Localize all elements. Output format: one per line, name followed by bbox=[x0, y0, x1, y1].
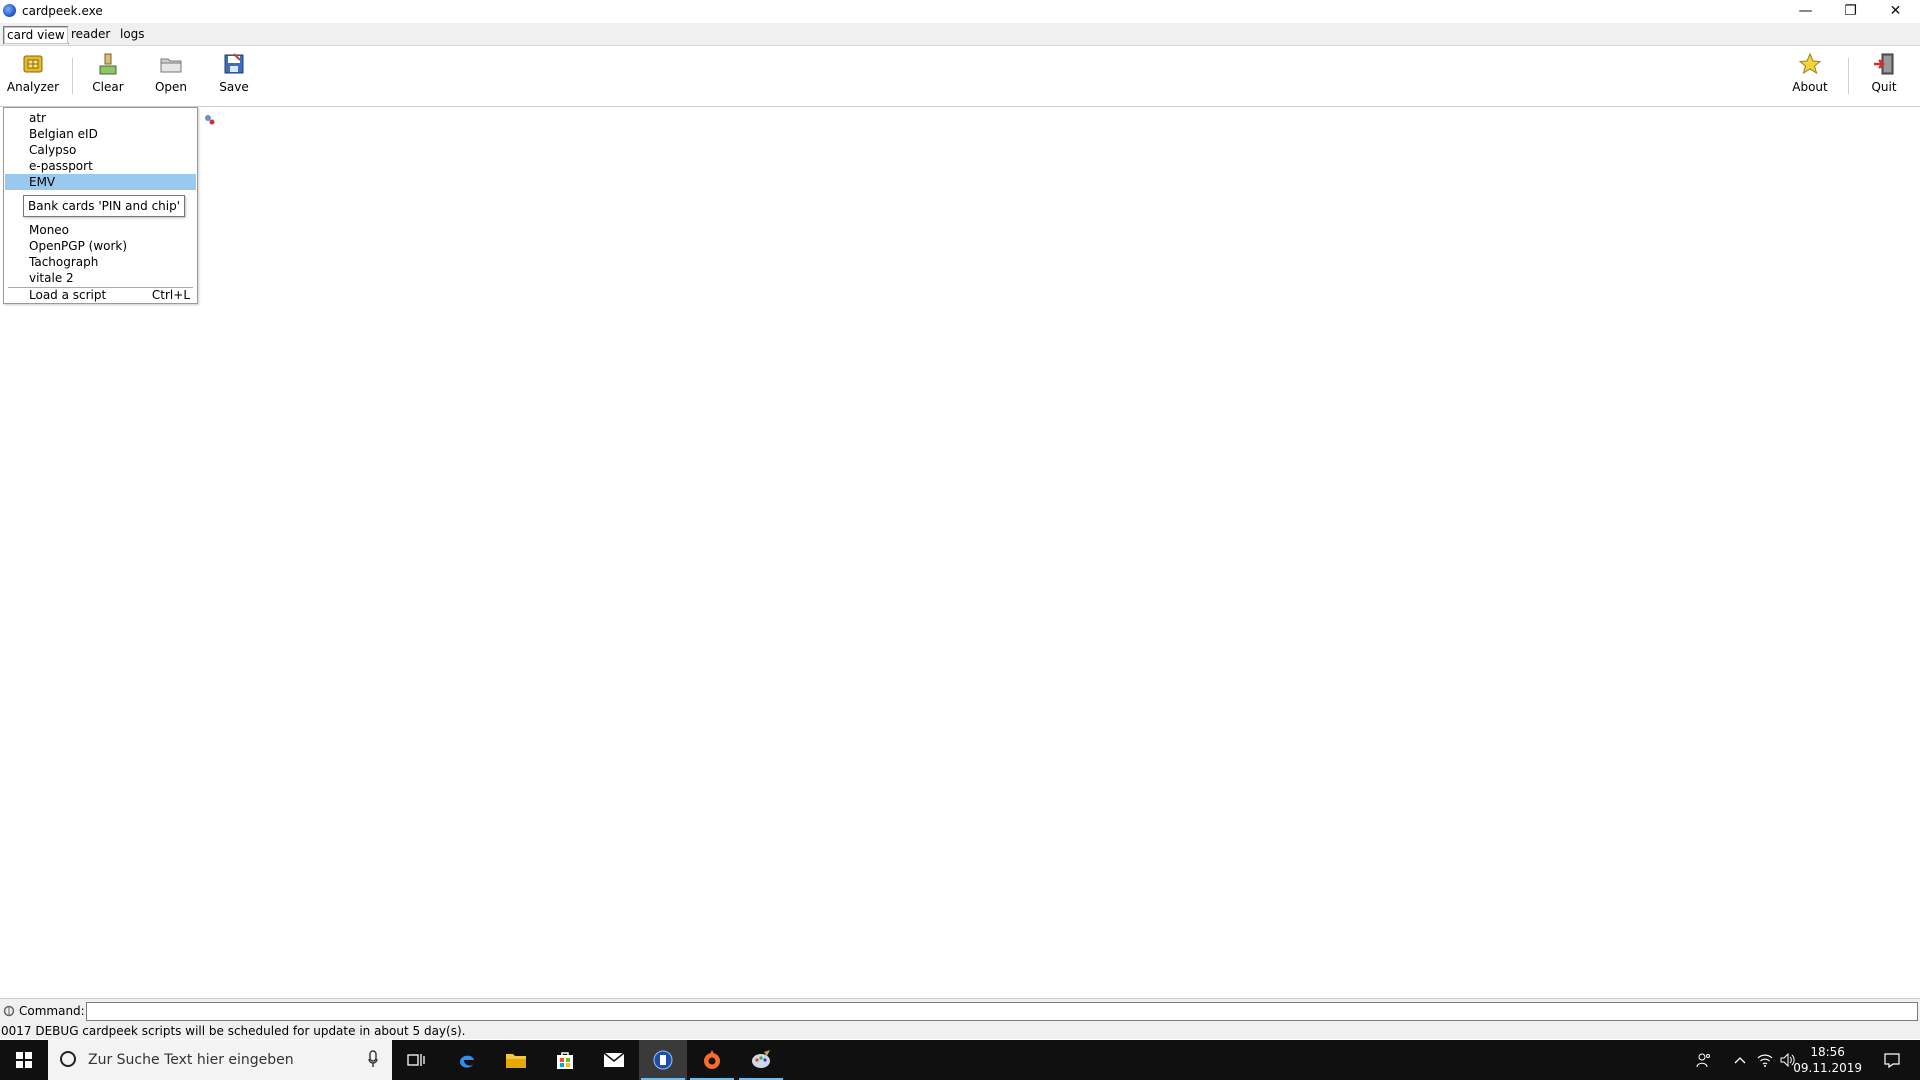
command-label: Command: bbox=[19, 1004, 85, 1018]
menu-item-belgian-eid[interactable]: Belgian eID bbox=[5, 126, 196, 142]
about-button[interactable]: About bbox=[1778, 52, 1842, 102]
taskbar-clock[interactable]: 18:56 09.11.2019 bbox=[1793, 1044, 1862, 1076]
card-tree-icon bbox=[205, 115, 215, 125]
toolbar: Analyzer Clear Open Save About Quit bbox=[0, 46, 1920, 107]
taskbar: Zur Suche Text hier eingeben 18:56 09.11… bbox=[0, 1040, 1920, 1080]
close-button[interactable]: ✕ bbox=[1873, 0, 1918, 22]
save-label: Save bbox=[219, 80, 249, 94]
mail-icon[interactable] bbox=[590, 1040, 638, 1080]
open-label: Open bbox=[154, 80, 188, 94]
load-script-label: Load a script bbox=[29, 288, 107, 302]
emv-tooltip: Bank cards 'PIN and chip' bbox=[23, 195, 186, 217]
tab-reader[interactable]: reader bbox=[68, 26, 114, 43]
app-icon bbox=[3, 4, 16, 17]
save-icon bbox=[224, 53, 244, 74]
exit-icon bbox=[1874, 53, 1894, 75]
command-bar: Command: bbox=[0, 998, 1920, 1023]
minimize-button[interactable]: — bbox=[1783, 0, 1828, 22]
menu-item-openpgp[interactable]: OpenPGP (work) bbox=[5, 238, 196, 254]
command-input[interactable] bbox=[86, 1002, 1918, 1021]
edge-icon[interactable] bbox=[443, 1040, 491, 1080]
quit-label: Quit bbox=[1871, 80, 1897, 94]
folder-icon bbox=[160, 58, 182, 73]
command-icon bbox=[3, 1005, 15, 1017]
microphone-icon[interactable] bbox=[368, 1050, 378, 1068]
clock-date: 09.11.2019 bbox=[1793, 1061, 1862, 1075]
clock-time: 18:56 bbox=[1810, 1045, 1845, 1059]
clear-icon bbox=[99, 53, 117, 75]
search-placeholder: Zur Suche Text hier eingeben bbox=[88, 1052, 294, 1068]
menu-item-e-passport[interactable]: e-passport bbox=[5, 158, 196, 174]
about-label: About bbox=[1792, 80, 1828, 94]
tab-bar: card view reader logs bbox=[0, 23, 1920, 46]
star-icon bbox=[1798, 52, 1822, 75]
menu-item-atr[interactable]: atr bbox=[5, 110, 196, 126]
tab-logs[interactable]: logs bbox=[117, 26, 148, 43]
menu-item-calypso[interactable]: Calypso bbox=[5, 142, 196, 158]
people-icon[interactable] bbox=[1692, 1040, 1716, 1080]
store-icon[interactable] bbox=[541, 1040, 589, 1080]
menu-item-load-script[interactable]: Load a script Ctrl+L bbox=[5, 287, 196, 303]
save-button[interactable]: Save bbox=[202, 52, 266, 102]
analyzer-button[interactable]: Analyzer bbox=[1, 52, 65, 102]
clear-label: Clear bbox=[92, 80, 124, 94]
toolbar-separator bbox=[72, 58, 73, 94]
menu-item-moneo[interactable]: Moneo bbox=[5, 222, 196, 238]
quit-button[interactable]: Quit bbox=[1852, 52, 1916, 102]
open-button[interactable]: Open bbox=[139, 52, 203, 102]
paint-icon[interactable] bbox=[737, 1040, 785, 1080]
analyzer-label: Analyzer bbox=[6, 80, 60, 94]
status-text: 0017 DEBUG cardpeek scripts will be sche… bbox=[1, 1024, 466, 1038]
cardpeek-taskbar-icon[interactable] bbox=[639, 1040, 687, 1080]
chevron-up-icon[interactable] bbox=[1728, 1040, 1752, 1080]
menu-item-vitale-2[interactable]: vitale 2 bbox=[5, 270, 196, 286]
network-icon[interactable] bbox=[1753, 1040, 1777, 1080]
analyzer-icon bbox=[23, 55, 43, 73]
clear-button[interactable]: Clear bbox=[76, 52, 140, 102]
tab-card-view[interactable]: card view bbox=[3, 26, 69, 44]
maximize-button[interactable]: ❐ bbox=[1828, 0, 1873, 22]
load-script-shortcut: Ctrl+L bbox=[151, 288, 190, 302]
window-title: cardpeek.exe bbox=[22, 4, 103, 18]
taskbar-search[interactable]: Zur Suche Text hier eingeben bbox=[48, 1040, 392, 1080]
windows-icon bbox=[16, 1052, 32, 1068]
title-bar: cardpeek.exe — ❐ ✕ bbox=[0, 0, 1920, 22]
toolbar-separator bbox=[1848, 58, 1849, 94]
file-explorer-icon[interactable] bbox=[492, 1040, 540, 1080]
menu-item-tachograph[interactable]: Tachograph bbox=[5, 254, 196, 270]
card-view-pane[interactable] bbox=[0, 106, 1920, 999]
menu-item-emv[interactable]: EMV bbox=[5, 174, 196, 190]
origin-icon[interactable] bbox=[688, 1040, 736, 1080]
cortana-icon bbox=[60, 1051, 76, 1067]
start-button[interactable] bbox=[0, 1040, 48, 1080]
task-view-icon[interactable] bbox=[392, 1040, 440, 1080]
notification-icon[interactable] bbox=[1874, 1040, 1910, 1080]
status-bar: 0017 DEBUG cardpeek scripts will be sche… bbox=[0, 1023, 1920, 1039]
